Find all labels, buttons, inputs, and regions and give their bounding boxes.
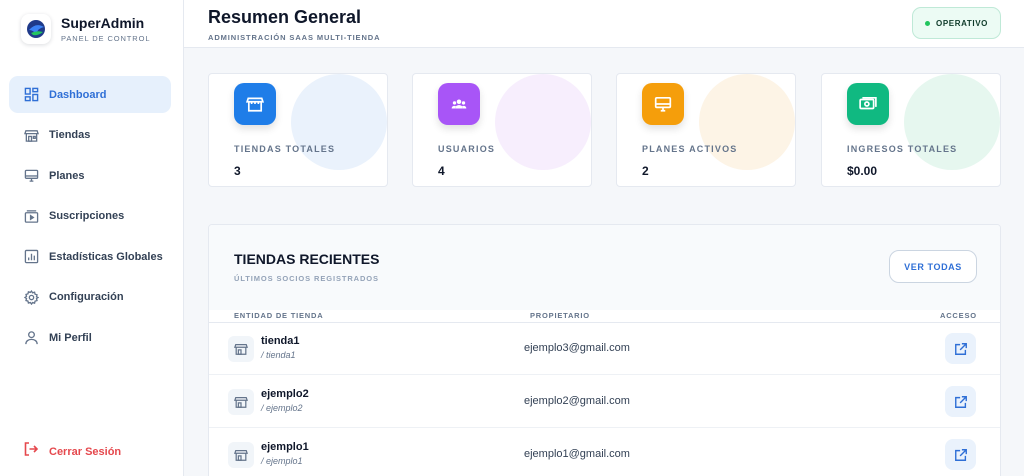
open-store-button[interactable]	[945, 333, 976, 364]
stat-label: USUARIOS	[438, 144, 496, 154]
store-icon	[23, 127, 39, 143]
brand-subtitle: PANEL DE CONTROL	[61, 34, 151, 43]
store-owner-email: ejemplo3@gmail.com	[524, 342, 630, 354]
stat-label: PLANES ACTIVOS	[642, 144, 738, 154]
bar-chart-icon	[23, 249, 39, 265]
status-badge: OPERATIVO	[912, 7, 1001, 39]
sidebar-item-suscripciones[interactable]: Suscripciones	[9, 198, 171, 235]
store-slug: / ejemplo2	[261, 403, 303, 413]
card-decoration	[699, 74, 795, 170]
stat-value: 4	[438, 164, 445, 178]
sidebar: SuperAdmin PANEL DE CONTROL Dashboard Ti…	[0, 0, 184, 476]
stat-card-usuarios: USUARIOS 4	[412, 73, 592, 187]
logout-icon	[23, 441, 39, 462]
brand-logo-icon	[21, 14, 51, 44]
sidebar-item-planes[interactable]: Planes	[9, 157, 171, 194]
open-store-button[interactable]	[945, 386, 976, 417]
sidebar-item-label: Mi Perfil	[49, 331, 92, 344]
sidebar-item-label: Configuración	[49, 291, 124, 303]
user-icon	[23, 330, 39, 346]
column-header-owner: PROPIETARIO	[530, 311, 590, 320]
store-owner-email: ejemplo1@gmail.com	[524, 448, 630, 460]
view-all-button[interactable]: VER TODAS	[889, 250, 977, 283]
sidebar-item-configuracion[interactable]: Configuración	[9, 279, 171, 316]
sidebar-item-label: Dashboard	[49, 88, 107, 101]
status-text: OPERATIVO	[936, 18, 988, 28]
subscriptions-icon	[23, 208, 39, 224]
panel-title: TIENDAS RECIENTES	[234, 251, 380, 267]
recent-stores-panel: TIENDAS RECIENTES ÚLTIMOS SOCIOS REGISTR…	[208, 224, 1001, 476]
stat-value: 2	[642, 164, 649, 178]
sidebar-item-label: Tiendas	[49, 129, 91, 141]
panel-subtitle: ÚLTIMOS SOCIOS REGISTRADOS	[234, 274, 379, 283]
open-store-button[interactable]	[945, 439, 976, 470]
store-owner-email: ejemplo2@gmail.com	[524, 395, 630, 407]
store-icon	[228, 389, 254, 415]
external-link-icon	[954, 395, 967, 408]
store-slug: / ejemplo1	[261, 456, 303, 466]
users-icon	[438, 83, 480, 125]
stat-value: 3	[234, 164, 241, 178]
sidebar-nav: Dashboard Tiendas Planes Suscripciones E…	[9, 76, 171, 360]
store-icon	[228, 442, 254, 468]
brand[interactable]: SuperAdmin PANEL DE CONTROL	[21, 14, 150, 44]
card-decoration	[904, 74, 1000, 170]
stat-card-tiendas: TIENDAS TOTALES 3	[208, 73, 388, 187]
top-header: Resumen General ADMINISTRACIÓN SAAS MULT…	[184, 0, 1024, 48]
status-dot-icon	[925, 20, 931, 26]
store-icon	[234, 83, 276, 125]
sidebar-item-tiendas[interactable]: Tiendas	[9, 117, 171, 154]
stat-label: INGRESOS TOTALES	[847, 144, 958, 154]
table-row: ejemplo2 / ejemplo2 ejemplo2@gmail.com	[209, 376, 1000, 428]
stat-card-ingresos: INGRESOS TOTALES $0.00	[821, 73, 1001, 187]
brand-title: SuperAdmin	[61, 15, 145, 31]
card-decoration	[495, 74, 591, 170]
column-header-store: ENTIDAD DE TIENDA	[234, 311, 324, 320]
logout-label: Cerrar Sesión	[49, 445, 122, 458]
sidebar-item-label: Planes	[49, 169, 85, 182]
store-name: ejemplo1	[261, 441, 309, 453]
card-decoration	[291, 74, 387, 170]
sidebar-item-label: Suscripciones	[49, 210, 125, 222]
panel-header	[209, 225, 1000, 310]
table-row: tienda1 / tienda1 ejemplo3@gmail.com	[209, 323, 1000, 375]
sidebar-item-estadisticas[interactable]: Estadísticas Globales	[9, 238, 171, 275]
table-row: ejemplo1 / ejemplo1 ejemplo1@gmail.com	[209, 429, 1000, 476]
monitor-icon	[23, 168, 39, 184]
sidebar-item-mi-perfil[interactable]: Mi Perfil	[9, 319, 171, 356]
column-header-access: ACCESO	[940, 311, 977, 320]
sidebar-item-dashboard[interactable]: Dashboard	[9, 76, 171, 113]
logout-button[interactable]: Cerrar Sesión	[23, 441, 121, 462]
store-slug: / tienda1	[261, 350, 296, 360]
gear-icon	[23, 289, 39, 305]
external-link-icon	[954, 448, 967, 461]
page-subtitle: ADMINISTRACIÓN SAAS MULTI-TIENDA	[208, 33, 381, 42]
page-title: Resumen General	[208, 7, 362, 27]
sidebar-item-label: Estadísticas Globales	[49, 250, 163, 263]
stat-label: TIENDAS TOTALES	[234, 144, 336, 154]
store-name: tienda1	[261, 335, 300, 347]
stat-value: $0.00	[847, 164, 878, 178]
monitor-icon	[642, 83, 684, 125]
money-icon	[847, 83, 889, 125]
stat-card-planes: PLANES ACTIVOS 2	[616, 73, 796, 187]
store-icon	[228, 336, 254, 362]
dashboard-grid-icon	[23, 87, 39, 103]
external-link-icon	[954, 342, 967, 355]
store-name: ejemplo2	[261, 388, 309, 400]
